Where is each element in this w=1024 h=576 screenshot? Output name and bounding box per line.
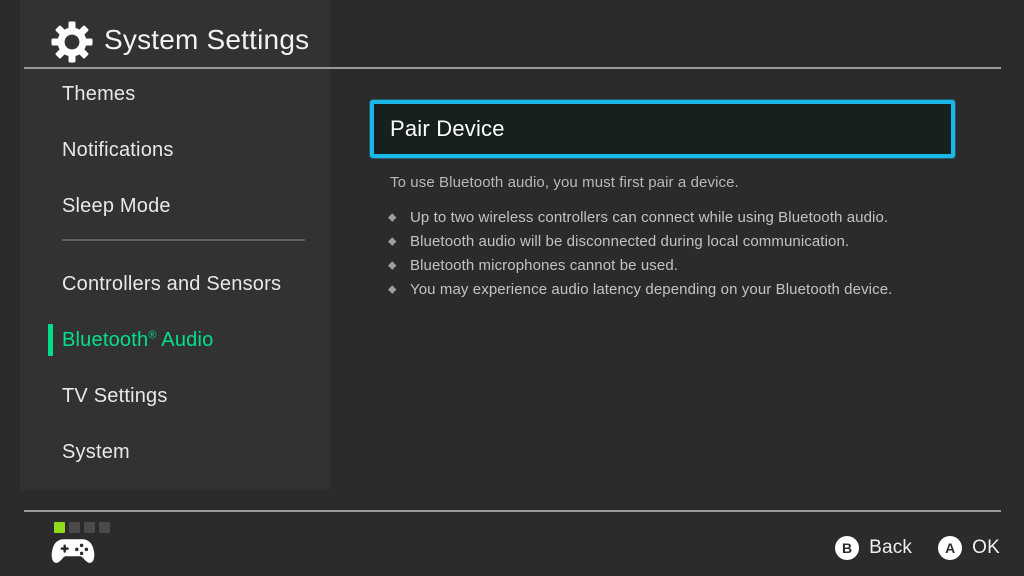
player-slot-2 — [69, 522, 80, 533]
list-item-text: Bluetooth audio will be disconnected dur… — [410, 233, 850, 250]
sidebar-item-label: Notifications — [62, 138, 174, 161]
sidebar-item-label: Sleep Mode — [62, 194, 171, 217]
sidebar-item-system[interactable]: System — [62, 432, 130, 472]
a-button-icon: A — [938, 536, 963, 560]
sidebar-item-tv-settings[interactable]: TV Settings — [62, 376, 168, 416]
bluetooth-audio-notes: ◆ Up to two wireless controllers can con… — [388, 209, 1010, 298]
list-item: ◆ Up to two wireless controllers can con… — [388, 209, 1010, 226]
sidebar-item-label: TV Settings — [62, 384, 168, 407]
sidebar-item-bluetooth-audio[interactable]: Bluetooth® Audio — [48, 320, 214, 360]
bullet-diamond-icon: ◆ — [388, 235, 397, 247]
bullet-diamond-icon: ◆ — [388, 259, 397, 271]
player-slot-1 — [54, 522, 65, 533]
active-indicator-bar — [48, 324, 53, 356]
hint-back[interactable]: B Back — [835, 536, 912, 560]
hint-ok[interactable]: A OK — [938, 536, 1000, 560]
sidebar-item-notifications[interactable]: Notifications — [62, 130, 174, 170]
gear-icon — [50, 20, 94, 64]
hint-label: OK — [972, 537, 1000, 558]
sidebar: Themes Notifications Sleep Mode Controll… — [0, 68, 330, 510]
player-slot-3 — [84, 522, 95, 533]
list-item-text: Up to two wireless controllers can conne… — [410, 209, 889, 226]
sidebar-item-label: Themes — [62, 82, 136, 105]
page-title: System Settings — [104, 24, 310, 55]
sidebar-item-label: System — [62, 440, 130, 463]
list-item-text: Bluetooth microphones cannot be used. — [410, 257, 679, 274]
main-content: Pair Device To use Bluetooth audio, you … — [370, 100, 1010, 305]
system-settings-screen: System Settings Themes Notifications Sle… — [0, 0, 1024, 576]
sidebar-item-controllers-and-sensors[interactable]: Controllers and Sensors — [62, 264, 281, 304]
player-indicator — [54, 522, 110, 533]
sidebar-item-sleep-mode[interactable]: Sleep Mode — [62, 186, 171, 226]
list-item: ◆ You may experience audio latency depen… — [388, 281, 1010, 298]
list-item: ◆ Bluetooth microphones cannot be used. — [388, 257, 1010, 274]
sidebar-item-themes[interactable]: Themes — [62, 74, 135, 114]
sidebar-item-label: Bluetooth® Audio — [62, 328, 214, 351]
pair-device-label: Pair Device — [390, 116, 505, 141]
gamepad-icon[interactable] — [51, 536, 95, 566]
pair-device-button[interactable]: Pair Device — [370, 100, 955, 158]
header: System Settings — [0, 0, 1024, 68]
pair-device-description: To use Bluetooth audio, you must first p… — [390, 174, 739, 191]
sidebar-item-label: Controllers and Sensors — [62, 272, 282, 295]
player-slot-4 — [99, 522, 110, 533]
button-hints: B Back A OK — [835, 536, 1000, 560]
list-item-text: You may experience audio latency dependi… — [410, 281, 893, 298]
bullet-diamond-icon: ◆ — [388, 211, 397, 223]
b-button-icon: B — [835, 536, 860, 560]
list-item: ◆ Bluetooth audio will be disconnected d… — [388, 233, 1010, 250]
sidebar-group-divider — [62, 239, 305, 241]
bullet-diamond-icon: ◆ — [388, 283, 397, 295]
hint-label: Back — [869, 537, 913, 558]
